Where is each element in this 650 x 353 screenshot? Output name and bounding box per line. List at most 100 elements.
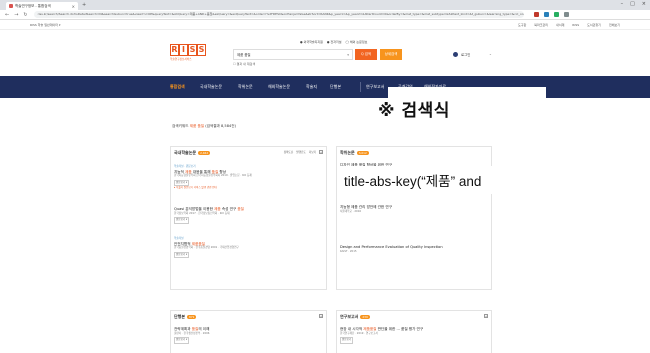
item-title[interactable]: Design and Performance Evaluation of Qua… xyxy=(340,245,443,250)
report-panel: 연구보고서 239 + 현장 내 시각적 제품품질 판단을 위한 ... 품질 … xyxy=(336,310,492,353)
item-meta: 한국연구재단 · 2019 · 연구보고서 xyxy=(340,331,378,335)
sort-option[interactable]: 발행년도 xyxy=(296,150,306,154)
panel-header: 단행본 871 xyxy=(174,314,197,320)
menu-divider xyxy=(360,82,361,92)
annotation-query: title-abs-key(“제품” and xyxy=(344,174,482,189)
item-title[interactable]: Quasi 분석방법을 이용한 제품 속성 연구 품질 xyxy=(174,207,244,212)
panel-header: 학위논문 3,012 xyxy=(340,150,369,156)
utility-link[interactable]: 북마크관리 xyxy=(534,23,548,27)
quick-link[interactable]: ◯ 해외 논문정보 xyxy=(346,40,368,44)
fulltext-button[interactable]: 원문보기 ▾ xyxy=(174,251,190,258)
user-label: 로그인 xyxy=(461,53,471,57)
address-bar-row: ← → ↻ riss.kr/search/Search.do?isDetailS… xyxy=(0,10,650,20)
result-summary: 검색키워드 제품 품질 (검색결과 8,584건) xyxy=(172,124,236,129)
count-badge: 3,012 xyxy=(356,151,369,155)
item-title[interactable]: 현장 내 시각적 제품품질 판단을 위한 ... 품질 평가 연구 xyxy=(340,327,423,332)
panel-tools: + xyxy=(484,314,488,318)
menu-icon[interactable] xyxy=(563,12,569,17)
nav-buttons: ← → ↻ xyxy=(5,12,28,18)
item-note[interactable]: ▸ 학술지 원문보기 서비스 발행 관련 안내 xyxy=(174,186,252,191)
logo-letter: S xyxy=(197,44,206,56)
menu-item-thesis[interactable]: 학위논문 xyxy=(238,76,253,98)
panel-tools: + xyxy=(319,314,323,318)
minimize-icon[interactable]: – xyxy=(621,1,624,7)
search-input-value: 제품 품질 xyxy=(237,53,251,57)
more-link[interactable]: 더보기 xyxy=(309,150,316,154)
browser-tab[interactable]: 학술연구정보 - 통합검색 × xyxy=(6,2,78,10)
utility-link[interactable]: 도서관찾기 xyxy=(587,23,601,27)
tab-title: 학술연구정보 - 통합검색 xyxy=(15,3,51,8)
new-tab-button[interactable]: + xyxy=(82,2,86,8)
riss-logo[interactable]: R I S S 학술연구정보서비스 xyxy=(170,44,206,61)
main-menu: 통합검색 국내학술논문 학위논문 해외학술논문 학술지 단행본 연구보고서 공개… xyxy=(0,76,650,98)
menu-item-foreign[interactable]: 해외학술논문 xyxy=(268,76,290,98)
browser-tabbar: 학술연구정보 - 통합검색 × + – □ × xyxy=(0,0,650,10)
bookmark-item[interactable]: RISS 학술 일반데이터 ▾ xyxy=(30,23,60,27)
list-item: 현장 내 시각적 제품품질 판단을 위한 ... 품질 평가 연구 한국연구재단… xyxy=(340,327,423,344)
utility-link[interactable]: 전체보기 xyxy=(609,23,620,27)
url-field[interactable]: riss.kr/search/Search.do?isDetailSearch=… xyxy=(33,11,524,18)
utility-link[interactable]: 내서재 xyxy=(556,23,564,27)
maximize-icon[interactable]: □ xyxy=(630,1,635,7)
summary-prefix: 검색키워드 xyxy=(172,124,190,128)
detail-search-button[interactable]: 상세검색 xyxy=(380,49,402,60)
extension-icon[interactable] xyxy=(533,12,539,17)
menu-item-book[interactable]: 단행본 xyxy=(330,76,341,98)
logo-letter: I xyxy=(179,44,188,56)
item-title[interactable]: 지능형 제품 관리 방안에 관한 연구 xyxy=(340,205,392,210)
item-meta: KAIST · 2015 xyxy=(340,249,357,253)
list-item: Design and Performance Evaluation of Qua… xyxy=(340,245,443,254)
fulltext-button[interactable]: 원문보기 xyxy=(340,337,354,344)
fulltext-button[interactable]: 원문보기 ▾ xyxy=(174,217,190,224)
list-item: 학술저널 · 원문보기 지능적 제품 대응을 통해 품질 향상 한국지능형물류학… xyxy=(174,165,252,191)
close-window-icon[interactable]: × xyxy=(642,1,646,7)
summary-suffix: (검색결과 8,584건) xyxy=(204,124,236,128)
utility-link[interactable]: RISS xyxy=(572,23,579,27)
expand-icon[interactable]: + xyxy=(319,314,323,318)
book-panel: 단행본 871 + 전략계획과 품질의 이해 출판사 · 한국생산성본부 · 2… xyxy=(170,310,327,353)
utility-link[interactable]: 도구함 xyxy=(518,23,526,27)
count-badge: 871 xyxy=(187,315,197,319)
quick-link[interactable]: ● 전자저널 xyxy=(327,40,342,44)
list-item: 지능형 제품 관리 방안에 관한 연구 서울대학교 · 2016 xyxy=(340,205,392,214)
quick-link[interactable]: ● 외국학술지지원 xyxy=(300,40,323,44)
fulltext-button[interactable]: 원문보기 ▾ xyxy=(174,337,190,344)
chevron-down-icon: ⌄ xyxy=(489,52,492,56)
panel-header: 연구보고서 239 xyxy=(340,314,370,320)
panel-title: 학위논문 xyxy=(340,150,355,155)
extension-icon[interactable] xyxy=(543,12,549,17)
back-icon[interactable]: ← xyxy=(5,12,9,18)
search-button[interactable]: Q 검색 xyxy=(355,49,377,60)
close-tab-icon[interactable]: × xyxy=(72,4,75,9)
extension-icon[interactable] xyxy=(553,12,559,17)
count-badge: 239 xyxy=(360,315,370,319)
expand-icon[interactable]: + xyxy=(319,150,323,154)
utility-links: 도구함 북마크관리 내서재 RISS 도서관찾기 전체보기 xyxy=(518,23,620,27)
menu-item-report[interactable]: 연구보고서 xyxy=(366,76,384,98)
expand-icon[interactable]: + xyxy=(484,314,488,318)
list-item: Quasi 분석방법을 이용한 제품 속성 연구 품질 한국정보학회 2017 … xyxy=(174,207,244,224)
forward-icon[interactable]: → xyxy=(14,12,18,18)
panel-tools: 정확도순 발행년도 더보기 + xyxy=(284,150,323,154)
count-badge: 2,462 xyxy=(198,151,211,155)
list-item: 전략계획과 품질의 이해 출판사 · 한국생산성본부 · 2006 원문보기 ▾ xyxy=(174,327,209,344)
panel-title: 국내학술논문 xyxy=(174,150,197,155)
menu-item-domestic[interactable]: 국내학술논문 xyxy=(200,76,222,98)
domestic-papers-panel: 국내학술논문 2,462 정확도순 발행년도 더보기 + 학술저널 · 원문보기… xyxy=(170,146,327,290)
item-meta: 한국품질경영학회 · 한국품질경영 2001 · 국제산업경영연구 xyxy=(174,246,239,249)
sort-option[interactable]: 정확도순 xyxy=(284,150,294,154)
logo-letter: S xyxy=(188,44,197,56)
chevron-down-icon[interactable]: ▾ xyxy=(347,50,349,60)
search-within-checkbox[interactable]: ☐ 결과 내 재검색 xyxy=(233,62,255,66)
window-controls: – □ × xyxy=(621,1,646,7)
menu-item-journal[interactable]: 학술지 xyxy=(306,76,317,98)
search-input[interactable]: 제품 품질 ▾ xyxy=(233,49,353,60)
item-title[interactable]: 전략계획과 품질의 이해 xyxy=(174,327,209,332)
user-menu[interactable]: 로그인 ⌄ xyxy=(453,52,492,57)
menu-item-integrated[interactable]: 통합검색 xyxy=(170,76,185,98)
favicon-icon xyxy=(9,4,13,8)
reload-icon[interactable]: ↻ xyxy=(23,12,27,18)
logo-mark: R I S S xyxy=(170,44,206,56)
item-meta: 서울대학교 · 2016 xyxy=(340,209,362,213)
quick-links: ● 외국학술지지원 ● 전자저널 ◯ 해외 논문정보 xyxy=(300,40,367,44)
